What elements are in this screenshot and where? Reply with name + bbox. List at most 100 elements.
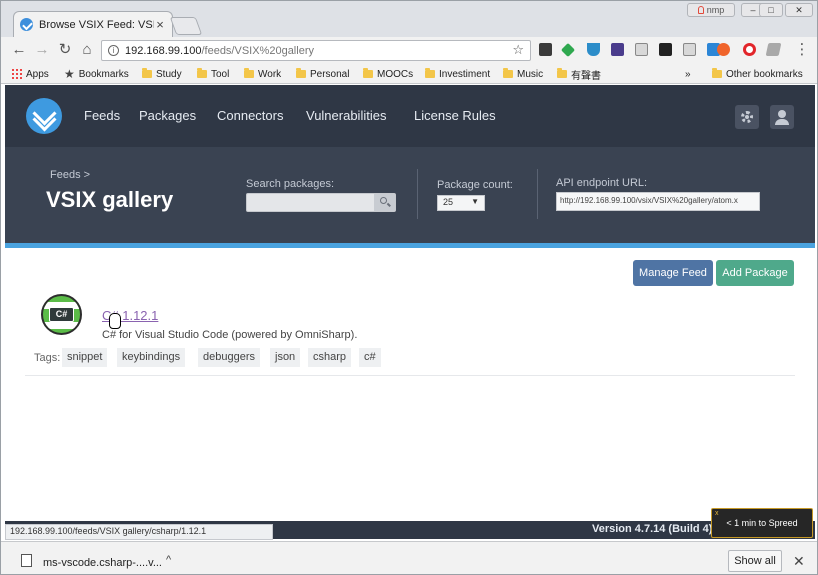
breadcrumb[interactable]: Feeds >: [50, 169, 90, 181]
close-icon[interactable]: ✕: [793, 553, 805, 570]
tag-keybindings[interactable]: keybindings: [117, 348, 186, 367]
tag-json[interactable]: json: [270, 348, 301, 367]
folder-icon: [363, 68, 373, 78]
nav-connectors[interactable]: Connectors: [217, 108, 283, 123]
toast-close-icon[interactable]: x: [715, 510, 719, 517]
tag-snippet[interactable]: snippet: [62, 348, 108, 367]
add-package-button[interactable]: Add Package: [716, 260, 794, 286]
api-endpoint-field[interactable]: http://192.168.99.100/vsix/VSIX%20galler…: [556, 192, 760, 211]
bookmark-label: Apps: [26, 68, 49, 80]
bookmark-label: 有聲書: [571, 70, 601, 82]
bookmark-label: Investiment: [439, 68, 491, 80]
forward-arrow-icon[interactable]: →: [33, 41, 51, 59]
url-host: 192.168.99.100: [125, 44, 202, 57]
nav-packages[interactable]: Packages: [139, 108, 196, 123]
maximize-button[interactable]: □: [759, 3, 783, 17]
person-icon: [697, 6, 704, 14]
bookmark-moocs[interactable]: MOOCs: [363, 67, 413, 81]
package-count-select[interactable]: 25 ▼: [437, 195, 485, 211]
tag-c-sharp[interactable]: c#: [359, 348, 381, 367]
chrome-menu-icon[interactable]: ⋮: [793, 41, 811, 59]
search-icon: [380, 197, 387, 204]
search-button[interactable]: [374, 194, 395, 211]
version-text: Version 4.7.14 (Build 4): [592, 523, 713, 535]
folder-icon: [503, 68, 513, 78]
opera-extension-icon[interactable]: [743, 43, 756, 56]
new-tab-button[interactable]: [169, 17, 203, 35]
caret-down-icon: ▼: [471, 197, 479, 206]
feedly-extension-icon[interactable]: [560, 42, 576, 58]
bookmark-bookmarks[interactable]: ★ Bookmarks: [64, 67, 129, 81]
icon-stripe: [43, 322, 80, 329]
pocket-extension-icon[interactable]: [539, 43, 552, 56]
nav-vulnerabilities[interactable]: Vulnerabilities: [306, 108, 386, 123]
vimeo-extension-icon[interactable]: [587, 43, 600, 56]
close-window-button[interactable]: ✕: [785, 3, 813, 17]
bookmark-star-icon[interactable]: ☆: [512, 42, 524, 58]
play-extension-icon[interactable]: [659, 43, 672, 56]
reader-extension-icon[interactable]: [683, 43, 696, 56]
bookmark-apps[interactable]: Apps: [12, 67, 49, 81]
browser-window: Browse VSIX Feed: VSIX g × nmp – □ ✕ ← →…: [0, 0, 818, 575]
proget-logo-icon[interactable]: [26, 98, 62, 134]
bookmark-study[interactable]: Study: [142, 67, 182, 81]
home-icon[interactable]: ⌂: [78, 41, 96, 59]
file-icon[interactable]: [21, 554, 32, 567]
csharp-package-icon[interactable]: C#: [41, 294, 82, 335]
app-header: Feeds Packages Connectors Vulnerabilitie…: [5, 85, 815, 147]
settings-button[interactable]: [735, 105, 759, 129]
bookmark-music[interactable]: Music: [503, 67, 543, 81]
bookmarks-overflow-button[interactable]: »: [685, 67, 691, 81]
bookmark-work[interactable]: Work: [244, 67, 281, 81]
copy-extension-icon[interactable]: [635, 43, 648, 56]
bookmark-label: Music: [517, 68, 544, 80]
bookmark-label: Other bookmarks: [726, 68, 803, 80]
notification-toast[interactable]: x < 1 min to Spreed: [711, 508, 813, 538]
nav-license-rules[interactable]: License Rules: [414, 108, 496, 123]
ublock-extension-icon[interactable]: [717, 43, 730, 56]
bookmark-label: Personal: [310, 68, 350, 80]
divider: [25, 375, 795, 376]
show-all-button[interactable]: Show all: [728, 550, 782, 572]
folder-icon: [142, 68, 152, 78]
downloads-bar: ms-vscode.csharp-....v... ^ Show all ✕: [1, 541, 817, 574]
back-arrow-icon[interactable]: ←: [10, 41, 28, 59]
bookmark-label: Study: [156, 68, 182, 80]
site-info-icon[interactable]: i: [108, 45, 119, 56]
tag-debuggers[interactable]: debuggers: [198, 348, 260, 367]
tags-label: Tags:: [34, 352, 61, 364]
reload-icon[interactable]: ↻: [56, 41, 74, 59]
window-user-badge[interactable]: nmp: [687, 3, 735, 17]
star-icon: ★: [64, 67, 75, 81]
api-endpoint-label: API endpoint URL:: [556, 177, 648, 189]
tab-close-icon[interactable]: ×: [154, 17, 166, 32]
bookmark-personal[interactable]: Personal: [296, 67, 349, 81]
bookmarks-bar: Apps ★ Bookmarks Study Tool Work Persona…: [1, 64, 817, 84]
bookmark-other[interactable]: Other bookmarks: [712, 67, 803, 81]
package-count-value: 25: [443, 197, 454, 207]
bookmark-tool[interactable]: Tool: [197, 67, 229, 81]
divider: [417, 169, 418, 219]
bookmark-investiment[interactable]: Investiment: [425, 67, 490, 81]
nav-feeds[interactable]: Feeds: [84, 108, 120, 123]
bookmark-label: Work: [258, 68, 282, 80]
night-extension-icon[interactable]: [611, 43, 624, 56]
address-bar[interactable]: i 192.168.99.100/feeds/VSIX%20gallery ☆: [101, 40, 531, 61]
status-url: 192.168.99.100/feeds/VSIX gallery/csharp…: [5, 524, 273, 540]
search-input[interactable]: [246, 193, 396, 212]
window-user-name: nmp: [706, 5, 725, 15]
package-description: C# for Visual Studio Code (powered by Om…: [102, 329, 358, 341]
browser-tab[interactable]: Browse VSIX Feed: VSIX g ×: [13, 11, 173, 37]
user-button[interactable]: [770, 105, 794, 129]
books-extension-icon[interactable]: [765, 43, 782, 56]
bookmark-audiobooks[interactable]: 有聲書: [557, 67, 601, 82]
bookmark-label: MOOCs: [377, 68, 414, 80]
download-file-name[interactable]: ms-vscode.csharp-....v...: [43, 557, 162, 569]
manage-feed-button[interactable]: Manage Feed: [633, 260, 713, 286]
proget-favicon-icon: [20, 18, 33, 31]
tag-csharp[interactable]: csharp: [308, 348, 352, 367]
icon-badge: C#: [49, 307, 74, 322]
chevron-up-icon[interactable]: ^: [166, 554, 171, 566]
folder-icon: [557, 68, 567, 78]
browser-toolbar: ← → ↻ ⌂ i 192.168.99.100/feeds/VSIX%20ga…: [1, 37, 817, 64]
